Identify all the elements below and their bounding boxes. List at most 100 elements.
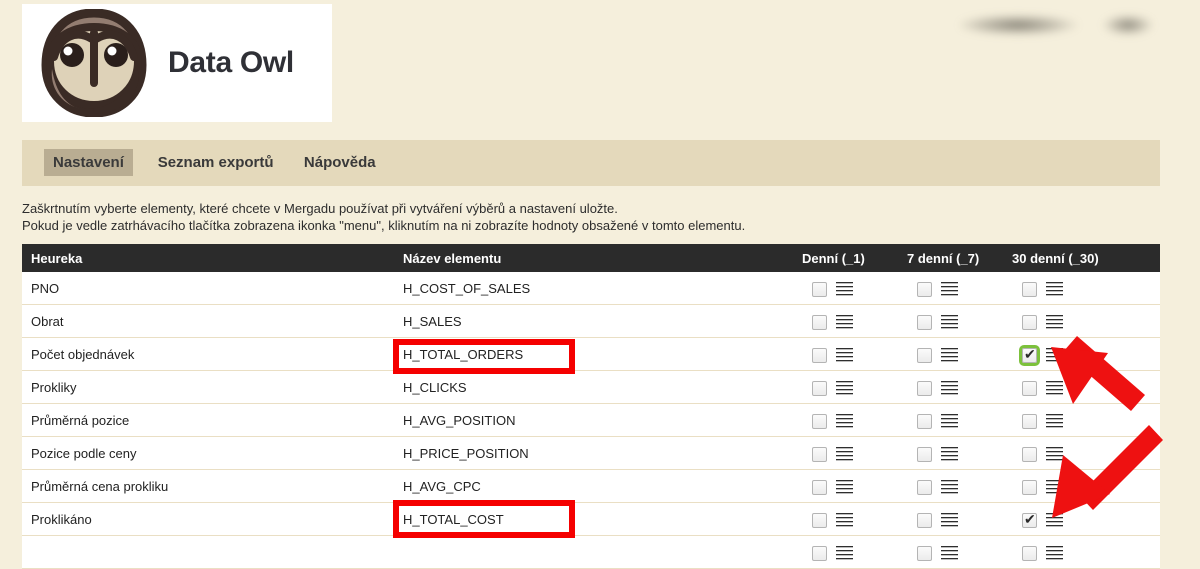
cell-monthly (1022, 313, 1063, 331)
account-name-redacted (960, 8, 1172, 42)
page-header: Data Owl (0, 0, 1200, 122)
column-header-element: Název elementu (403, 251, 502, 266)
hamburger-menu-icon-weekly[interactable] (941, 280, 958, 298)
row-label: PNO (31, 281, 60, 296)
hamburger-menu-icon-daily[interactable] (836, 379, 853, 397)
instructions-line-1: Zaškrtnutím vyberte elementy, které chce… (22, 201, 618, 216)
hamburger-menu-icon-daily[interactable] (836, 544, 853, 562)
checkbox-icon-monthly[interactable] (1022, 511, 1037, 528)
row-label: Proklikáno (31, 512, 92, 527)
checkbox-icon-weekly[interactable] (917, 314, 932, 330)
hamburger-menu-icon-monthly[interactable] (1046, 346, 1063, 364)
checkbox-icon-monthly[interactable] (1022, 314, 1037, 330)
checkbox-icon-monthly[interactable] (1019, 344, 1040, 366)
instructions-text: Zaškrtnutím vyberte elementy, které chce… (22, 200, 745, 234)
row-element-name: H_CLICKS (403, 380, 467, 395)
hamburger-menu-icon-monthly[interactable] (1046, 445, 1063, 463)
hamburger-menu-icon-weekly[interactable] (941, 544, 958, 562)
checkbox-icon-daily[interactable] (812, 347, 827, 363)
checkbox-icon-daily[interactable] (812, 314, 827, 330)
hamburger-menu-icon-monthly[interactable] (1046, 412, 1063, 430)
checkbox-icon-daily[interactable] (812, 413, 827, 429)
hamburger-menu-icon-monthly[interactable] (1046, 313, 1063, 331)
table-row: Prokliky H_CLICKS (22, 371, 1160, 404)
row-element-name: H_AVG_POSITION (403, 413, 516, 428)
cell-monthly (1022, 445, 1063, 463)
hamburger-menu-icon-weekly[interactable] (941, 478, 958, 496)
checkbox-icon-monthly[interactable] (1022, 545, 1037, 561)
column-header-daily: Denní (_1) (802, 251, 865, 266)
checkbox-icon-daily[interactable] (812, 446, 827, 462)
brand-name: Data Owl (168, 46, 294, 79)
table-row: Pozice podle ceny H_PRICE_POSITION (22, 437, 1160, 470)
brand-logo-card: Data Owl (22, 4, 332, 122)
hamburger-menu-icon-daily[interactable] (836, 280, 853, 298)
cell-monthly (1022, 544, 1063, 562)
table-row (22, 536, 1160, 569)
hamburger-menu-icon-monthly[interactable] (1046, 478, 1063, 496)
nav-tab-2[interactable]: Nápověda (295, 149, 385, 176)
checkbox-icon-weekly[interactable] (917, 413, 932, 429)
row-element-name: H_COST_OF_SALES (403, 281, 531, 296)
nav-tab-1[interactable]: Seznam exportů (149, 149, 283, 176)
hamburger-menu-icon-daily[interactable] (836, 445, 853, 463)
checkbox-icon-daily[interactable] (812, 380, 827, 396)
row-label: Průměrná pozice (31, 413, 130, 428)
table-row: PNO H_COST_OF_SALES (22, 272, 1160, 305)
checkbox-icon-monthly[interactable] (1022, 413, 1037, 429)
cell-weekly (917, 412, 958, 430)
nav-tab-0[interactable]: Nastavení (44, 149, 133, 176)
column-header-monthly: 30 denní (_30) (1012, 251, 1099, 266)
hamburger-menu-icon-weekly[interactable] (941, 313, 958, 331)
cell-daily (812, 280, 853, 298)
cell-daily (812, 313, 853, 331)
cell-weekly (917, 511, 958, 529)
cell-weekly (917, 346, 958, 364)
row-label: Průměrná cena prokliku (31, 479, 169, 494)
hamburger-menu-icon-monthly[interactable] (1046, 511, 1063, 529)
checkbox-icon-weekly[interactable] (917, 446, 932, 462)
cell-daily (812, 379, 853, 397)
hamburger-menu-icon-weekly[interactable] (941, 346, 958, 364)
checkbox-icon-monthly[interactable] (1022, 380, 1037, 396)
checkbox-icon-daily[interactable] (812, 281, 827, 297)
checkbox-icon-weekly[interactable] (917, 347, 932, 363)
hamburger-menu-icon-weekly[interactable] (941, 379, 958, 397)
cell-monthly (1022, 511, 1063, 529)
cell-daily (812, 544, 853, 562)
checkbox-icon-monthly[interactable] (1022, 281, 1037, 297)
cell-daily (812, 445, 853, 463)
hamburger-menu-icon-monthly[interactable] (1046, 379, 1063, 397)
checkbox-icon-daily[interactable] (812, 545, 827, 561)
hamburger-menu-icon-daily[interactable] (836, 478, 853, 496)
hamburger-menu-icon-daily[interactable] (836, 511, 853, 529)
cell-weekly (917, 313, 958, 331)
checkbox-icon-monthly[interactable] (1022, 446, 1037, 462)
row-element-name: H_TOTAL_COST (403, 512, 504, 527)
hamburger-menu-icon-weekly[interactable] (941, 511, 958, 529)
hamburger-menu-icon-monthly[interactable] (1046, 280, 1063, 298)
hamburger-menu-icon-monthly[interactable] (1046, 544, 1063, 562)
table-row: Průměrná pozice H_AVG_POSITION (22, 404, 1160, 437)
table-header-row: Heureka Název elementu Denní (_1) 7 denn… (22, 244, 1160, 272)
cell-daily (812, 412, 853, 430)
checkbox-icon-weekly[interactable] (917, 545, 932, 561)
cell-daily (812, 346, 853, 364)
checkbox-icon-weekly[interactable] (917, 380, 932, 396)
hamburger-menu-icon-daily[interactable] (836, 313, 853, 331)
cell-weekly (917, 280, 958, 298)
row-element-name: H_SALES (403, 314, 462, 329)
hamburger-menu-icon-weekly[interactable] (941, 412, 958, 430)
checkbox-icon-monthly[interactable] (1022, 479, 1037, 495)
owl-logo-icon (41, 9, 147, 117)
hamburger-menu-icon-weekly[interactable] (941, 445, 958, 463)
hamburger-menu-icon-daily[interactable] (836, 412, 853, 430)
checkbox-icon-weekly[interactable] (917, 479, 932, 495)
checkbox-icon-daily[interactable] (812, 512, 827, 528)
checkbox-icon-weekly[interactable] (917, 512, 932, 528)
cell-monthly (1022, 412, 1063, 430)
hamburger-menu-icon-daily[interactable] (836, 346, 853, 364)
checkbox-icon-weekly[interactable] (917, 281, 932, 297)
checkbox-icon-daily[interactable] (812, 479, 827, 495)
main-navigation: Nastavení Seznam exportů Nápověda (22, 140, 1160, 186)
